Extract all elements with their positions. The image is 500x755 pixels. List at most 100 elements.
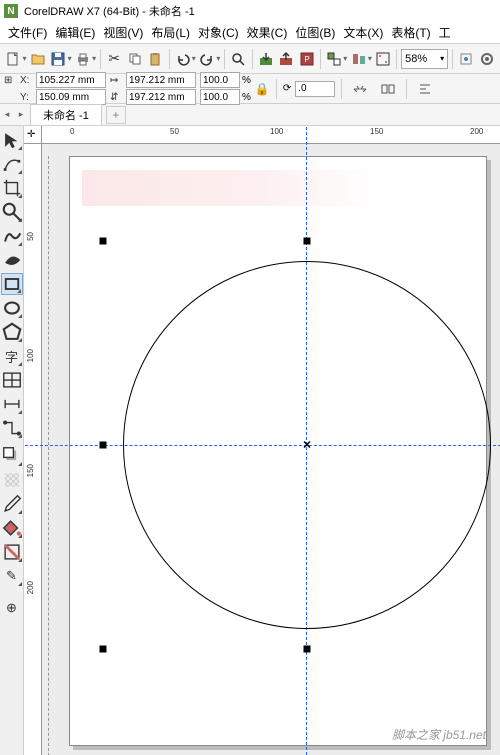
x-position-input[interactable]: [36, 72, 106, 88]
pick-tool[interactable]: [1, 129, 23, 151]
zoom-dropdown-icon: ▾: [440, 54, 444, 63]
undo-dropdown[interactable]: ▾: [192, 54, 196, 63]
outline-tool[interactable]: ✎: [1, 565, 23, 587]
redo-dropdown[interactable]: ▾: [216, 54, 220, 63]
open-button[interactable]: [29, 47, 48, 71]
y-label-icon: [4, 92, 18, 103]
text-tool[interactable]: 字: [1, 345, 23, 367]
search-button[interactable]: [229, 47, 248, 71]
scale-group: % %: [200, 72, 251, 105]
paste-button[interactable]: [146, 47, 165, 71]
rotation-input[interactable]: [295, 81, 335, 97]
print-dropdown[interactable]: ▾: [92, 54, 96, 63]
crop-tool[interactable]: [1, 177, 23, 199]
tab-scroll-right[interactable]: ▸: [14, 105, 28, 125]
align-button[interactable]: [349, 47, 368, 71]
polygon-tool[interactable]: [1, 321, 23, 343]
zoom-value: 58%: [405, 53, 427, 65]
y-label: Y:: [20, 92, 34, 103]
save-button[interactable]: [49, 47, 68, 71]
import-button[interactable]: [256, 47, 275, 71]
position-group: ⊞ X: Y:: [4, 72, 106, 105]
ruler-horizontal[interactable]: 0 50 100 150 200: [42, 126, 500, 144]
transparency-tool[interactable]: [1, 469, 23, 491]
selection-center[interactable]: ✕: [302, 439, 311, 452]
welcome-button[interactable]: [374, 47, 393, 71]
ruler-origin[interactable]: ✛: [24, 126, 42, 144]
menu-file[interactable]: 文件(F): [8, 24, 47, 41]
selection-handle-bl[interactable]: [100, 646, 107, 653]
rectangle-tool[interactable]: [1, 273, 23, 295]
fill-tool[interactable]: [1, 517, 23, 539]
standard-toolbar: ▾ ▾ ▾ ✂ ▾ ▾ P ▾ ▾ 58% ▾: [0, 44, 500, 74]
document-tab-bar: ◂ ▸ 未命名 -1 +: [0, 104, 500, 126]
selection-handle-tl[interactable]: [100, 238, 107, 245]
x-label-icon: ⊞: [4, 75, 18, 86]
freehand-tool[interactable]: [1, 225, 23, 247]
mirror-v-button[interactable]: [376, 77, 400, 101]
menu-text[interactable]: 文本(X): [343, 24, 383, 41]
menu-layout[interactable]: 布局(L): [151, 24, 190, 41]
scale-x-input[interactable]: [200, 72, 240, 88]
selection-handle-ml[interactable]: [100, 442, 107, 449]
ellipse-tool[interactable]: [1, 297, 23, 319]
width-icon: ↦: [110, 75, 124, 86]
menu-bar: 文件(F) 编辑(E) 视图(V) 布局(L) 对象(C) 效果(C) 位图(B…: [0, 22, 500, 44]
selection-handle-tm[interactable]: [304, 238, 311, 245]
mirror-h-button[interactable]: [348, 77, 372, 101]
artistic-media-tool[interactable]: [1, 249, 23, 271]
shape-tool[interactable]: [1, 153, 23, 175]
ruler-vertical[interactable]: 50 100 150 200: [24, 144, 42, 755]
y-position-input[interactable]: [36, 89, 106, 105]
page[interactable]: ✕: [69, 156, 487, 746]
document-tab[interactable]: 未命名 -1: [30, 104, 102, 125]
redo-button[interactable]: [198, 47, 217, 71]
wrap-button[interactable]: [413, 77, 437, 101]
redaction-overlay: [82, 170, 382, 206]
table-tool[interactable]: [1, 369, 23, 391]
align-dropdown[interactable]: ▾: [368, 54, 372, 63]
connector-tool[interactable]: [1, 417, 23, 439]
group-button[interactable]: [325, 47, 344, 71]
zoom-level-combo[interactable]: 58% ▾: [401, 49, 448, 69]
menu-object[interactable]: 对象(C): [198, 24, 239, 41]
save-dropdown[interactable]: ▾: [68, 54, 72, 63]
dimension-tool[interactable]: [1, 393, 23, 415]
copy-button[interactable]: [125, 47, 144, 71]
zoom-tool[interactable]: [1, 201, 23, 223]
publish-button[interactable]: P: [297, 47, 316, 71]
new-dropdown[interactable]: ▾: [23, 54, 27, 63]
percent-label: %: [242, 75, 251, 86]
watermark: 脚本之家 jb51.net: [392, 726, 486, 743]
menu-edit[interactable]: 编辑(E): [55, 24, 95, 41]
options-button[interactable]: [477, 47, 496, 71]
toolbox-options[interactable]: ⊕: [1, 597, 23, 619]
interactive-fill-tool[interactable]: [1, 541, 23, 563]
tab-scroll-left[interactable]: ◂: [0, 105, 14, 125]
menu-bitmap[interactable]: 位图(B): [295, 24, 335, 41]
menu-tools[interactable]: 工: [439, 24, 451, 41]
eyedropper-tool[interactable]: [1, 493, 23, 515]
drop-shadow-tool[interactable]: [1, 445, 23, 467]
canvas-area[interactable]: ✛ 0 50 100 150 200 50 100 150 200: [24, 126, 500, 755]
property-bar: ⊞ X: Y: ↦ ⇵ % % 🔒 ⟳: [0, 74, 500, 104]
width-input[interactable]: [126, 72, 196, 88]
group-dropdown[interactable]: ▾: [343, 54, 347, 63]
svg-text:P: P: [304, 55, 309, 64]
add-tab-button[interactable]: +: [106, 106, 126, 124]
undo-button[interactable]: [173, 47, 192, 71]
lock-ratio-button[interactable]: 🔒: [255, 82, 270, 96]
menu-table[interactable]: 表格(T): [391, 24, 430, 41]
workspace: 字 ✎ ⊕ ✛ 0 50 100 150 200 50 100 150 200: [0, 126, 500, 755]
snap-button[interactable]: [457, 47, 476, 71]
new-button[interactable]: [4, 47, 23, 71]
menu-effects[interactable]: 效果(C): [247, 24, 288, 41]
export-button[interactable]: [277, 47, 296, 71]
height-input[interactable]: [126, 89, 196, 105]
selection-handle-bm[interactable]: [304, 646, 311, 653]
menu-view[interactable]: 视图(V): [103, 24, 143, 41]
cut-button[interactable]: ✂: [105, 47, 124, 71]
scale-y-input[interactable]: [200, 89, 240, 105]
toolbox: 字 ✎ ⊕: [0, 126, 24, 755]
print-button[interactable]: [74, 47, 93, 71]
